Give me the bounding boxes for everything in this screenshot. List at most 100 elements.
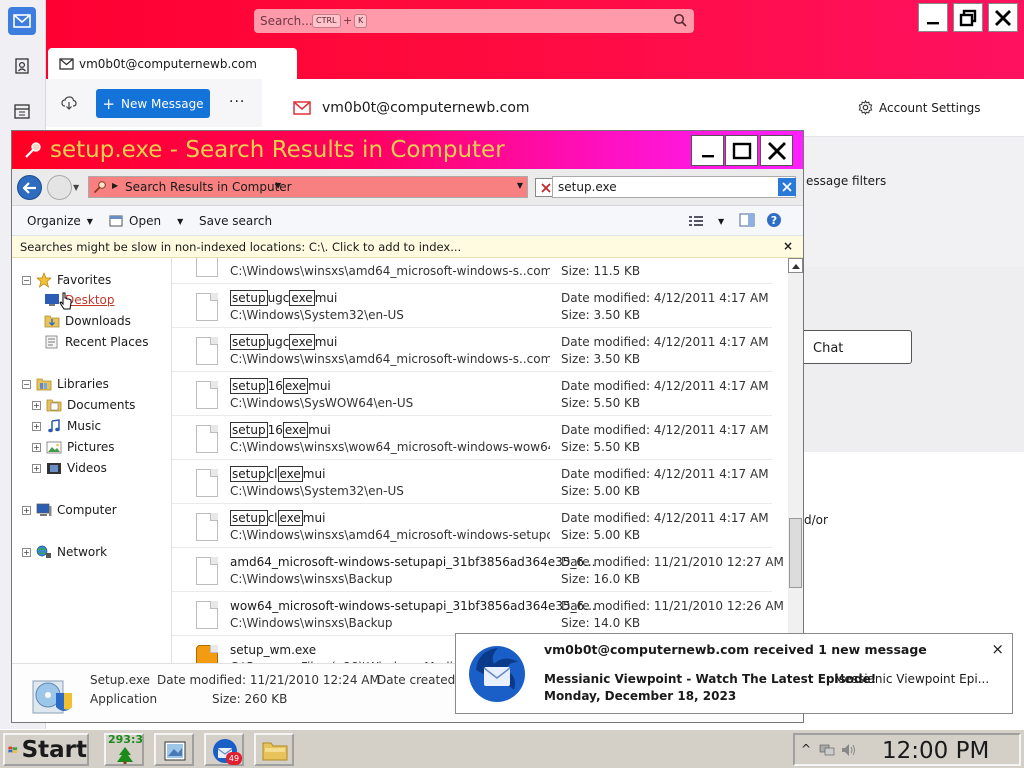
open-button[interactable]: Open ▼	[109, 214, 183, 228]
documents-icon	[46, 399, 62, 412]
media-player-file-icon	[196, 645, 218, 663]
nav-videos[interactable]: + Videos	[32, 461, 107, 475]
close-button[interactable]	[988, 3, 1018, 32]
organize-button[interactable]: Organize ▼	[27, 214, 93, 228]
taskbar-explorer[interactable]	[254, 733, 294, 766]
start-button[interactable]: Start	[3, 733, 89, 766]
new-mail-notification[interactable]: vm0b0t@computernewb.com received 1 new m…	[455, 633, 1013, 714]
tab-account[interactable]: vm0b0t@computernewb.com	[48, 48, 297, 79]
result-date-modified: Date modified: 4/12/2011 4:17 AM	[561, 511, 769, 525]
nav-favorites-label: Favorites	[57, 273, 112, 287]
collapse-icon[interactable]: −	[22, 275, 31, 285]
windows-logo-icon	[8, 746, 18, 753]
index-infobar[interactable]: Searches might be slow in non-indexed lo…	[12, 236, 803, 258]
save-search-button[interactable]: Save search	[199, 214, 272, 228]
expand-icon[interactable]: +	[22, 547, 31, 557]
explorer-minimize-button[interactable]	[691, 135, 724, 166]
scroll-up-button[interactable]	[788, 258, 803, 273]
address-box[interactable]: ▶ Search Results in Computer ▼ ▼	[88, 176, 528, 198]
back-button[interactable]	[17, 175, 42, 200]
nav-music[interactable]: + Music	[32, 419, 101, 433]
expand-icon[interactable]: +	[22, 505, 31, 515]
restore-button[interactable]	[953, 3, 983, 32]
result-row[interactable]: C:\Windows\winsxs\amd64_microsoft-window…	[172, 258, 772, 284]
nav-libraries[interactable]: − Libraries	[22, 377, 109, 391]
result-row[interactable]: wow64_microsoft-windows-setupapi_31bf385…	[172, 592, 784, 636]
nav-computer-label: Computer	[57, 503, 117, 517]
result-row[interactable]: setup 16 exe mui C:\Windows\winsxs\wow64_mic…	[172, 416, 772, 460]
mail-space-button[interactable]	[8, 7, 36, 35]
breadcrumb-chevron-icon[interactable]: ▶	[112, 181, 118, 190]
result-row[interactable]: setup cl exe mui C:\Windows\winsxs\amd64_mic…	[172, 504, 772, 548]
infobar-close-button[interactable]: ×	[783, 239, 793, 253]
result-size: Size: 5.00 KB	[561, 484, 641, 498]
global-search-bar[interactable]: Search... CTRL + K	[254, 9, 694, 33]
network-tray-icon[interactable]	[819, 743, 835, 757]
nav-documents[interactable]: + Documents	[32, 398, 135, 412]
taskbar-paint-app[interactable]	[154, 733, 194, 766]
notification-close-button[interactable]: ×	[991, 640, 1004, 658]
breadcrumb-dropdown-icon[interactable]: ▼	[275, 181, 281, 190]
close-icon	[995, 9, 1011, 26]
notification-subject: Messianic Viewpoint - Watch The Latest E…	[544, 672, 877, 686]
nav-downloads[interactable]: Downloads	[44, 314, 131, 328]
file-icon	[196, 381, 218, 409]
account-settings-link[interactable]: Account Settings	[858, 100, 980, 115]
new-message-button[interactable]: + New Message	[96, 89, 210, 118]
taskbar-thunderbird[interactable]: 49	[204, 733, 244, 766]
result-row[interactable]: setup cl exe mui C:\Windows\System32\en-US Da…	[172, 460, 772, 504]
nav-documents-label: Documents	[67, 398, 136, 412]
calendar-space-button[interactable]	[8, 97, 36, 125]
result-row[interactable]: setup ugc exe mui C:\Windows\winsxs\amd64_mi…	[172, 328, 772, 372]
clock[interactable]: 12:00 PM	[882, 738, 989, 764]
show-hidden-icons-button[interactable]: ^	[801, 742, 811, 756]
expand-icon[interactable]: +	[32, 421, 41, 431]
explorer-maximize-button[interactable]	[725, 135, 758, 166]
expand-icon[interactable]: +	[32, 463, 41, 473]
taskbar-tree-app[interactable]: 293:3	[104, 733, 144, 766]
nav-network-label: Network	[57, 545, 108, 559]
picture-frame-icon	[164, 741, 186, 761]
chat-button[interactable]: Chat	[800, 330, 912, 364]
nav-desktop[interactable]: Desktop	[44, 293, 115, 307]
explorer-search-box[interactable]: setup.exe	[552, 176, 796, 198]
collapse-icon[interactable]: −	[22, 379, 31, 389]
nav-favorites[interactable]: − Favorites	[22, 272, 111, 288]
nav-recent-places[interactable]: Recent Places	[44, 335, 148, 349]
explorer-close-button[interactable]	[760, 135, 793, 166]
forward-button[interactable]	[47, 175, 72, 200]
preview-pane-icon[interactable]	[739, 213, 755, 230]
address-history-dropdown[interactable]: ▼	[517, 181, 523, 190]
start-label: Start	[21, 736, 87, 763]
result-size: Size: 11.5 KB	[561, 264, 641, 278]
results-scrollbar[interactable]	[788, 258, 803, 663]
clear-search-button[interactable]	[778, 178, 796, 196]
expand-icon[interactable]: +	[32, 400, 41, 410]
result-row[interactable]: amd64_microsoft-windows-setupapi_31bf385…	[172, 548, 784, 592]
message-filters-link[interactable]: essage filters	[806, 174, 886, 188]
address-bar-area: ▼ ▶ Search Results in Computer ▼ ▼ setup…	[12, 169, 803, 206]
result-row[interactable]: setup 16 exe mui C:\Windows\SysWOW64\en-US Da…	[172, 372, 772, 416]
help-icon[interactable]: ?	[766, 212, 782, 231]
name-fragment: mui	[302, 511, 326, 525]
scroll-thumb[interactable]	[789, 518, 802, 588]
account-envelope-icon	[293, 101, 311, 118]
christmas-tree-icon	[117, 747, 133, 764]
search-term-highlight: setup	[230, 466, 268, 482]
volume-icon[interactable]	[841, 743, 857, 757]
nav-network[interactable]: + Network	[22, 545, 107, 559]
get-messages-icon[interactable]	[61, 95, 77, 114]
result-name: setup 16 exe mui	[230, 378, 331, 394]
minimize-button[interactable]	[918, 3, 948, 32]
nav-pictures[interactable]: + Pictures	[32, 440, 115, 454]
address-book-space-button[interactable]	[8, 52, 36, 80]
more-options-button[interactable]: ···	[229, 94, 245, 110]
expand-icon[interactable]: +	[32, 442, 41, 452]
result-row[interactable]: setup ugc exe mui C:\Windows\System32\en-US D…	[172, 284, 772, 328]
envelope-icon	[59, 58, 74, 70]
recent-pages-dropdown[interactable]: ▼	[73, 183, 79, 192]
nav-computer[interactable]: + Computer	[22, 503, 117, 517]
file-icon	[196, 513, 218, 541]
minimize-icon	[927, 21, 939, 24]
change-view-button[interactable]: ▼	[688, 214, 724, 228]
